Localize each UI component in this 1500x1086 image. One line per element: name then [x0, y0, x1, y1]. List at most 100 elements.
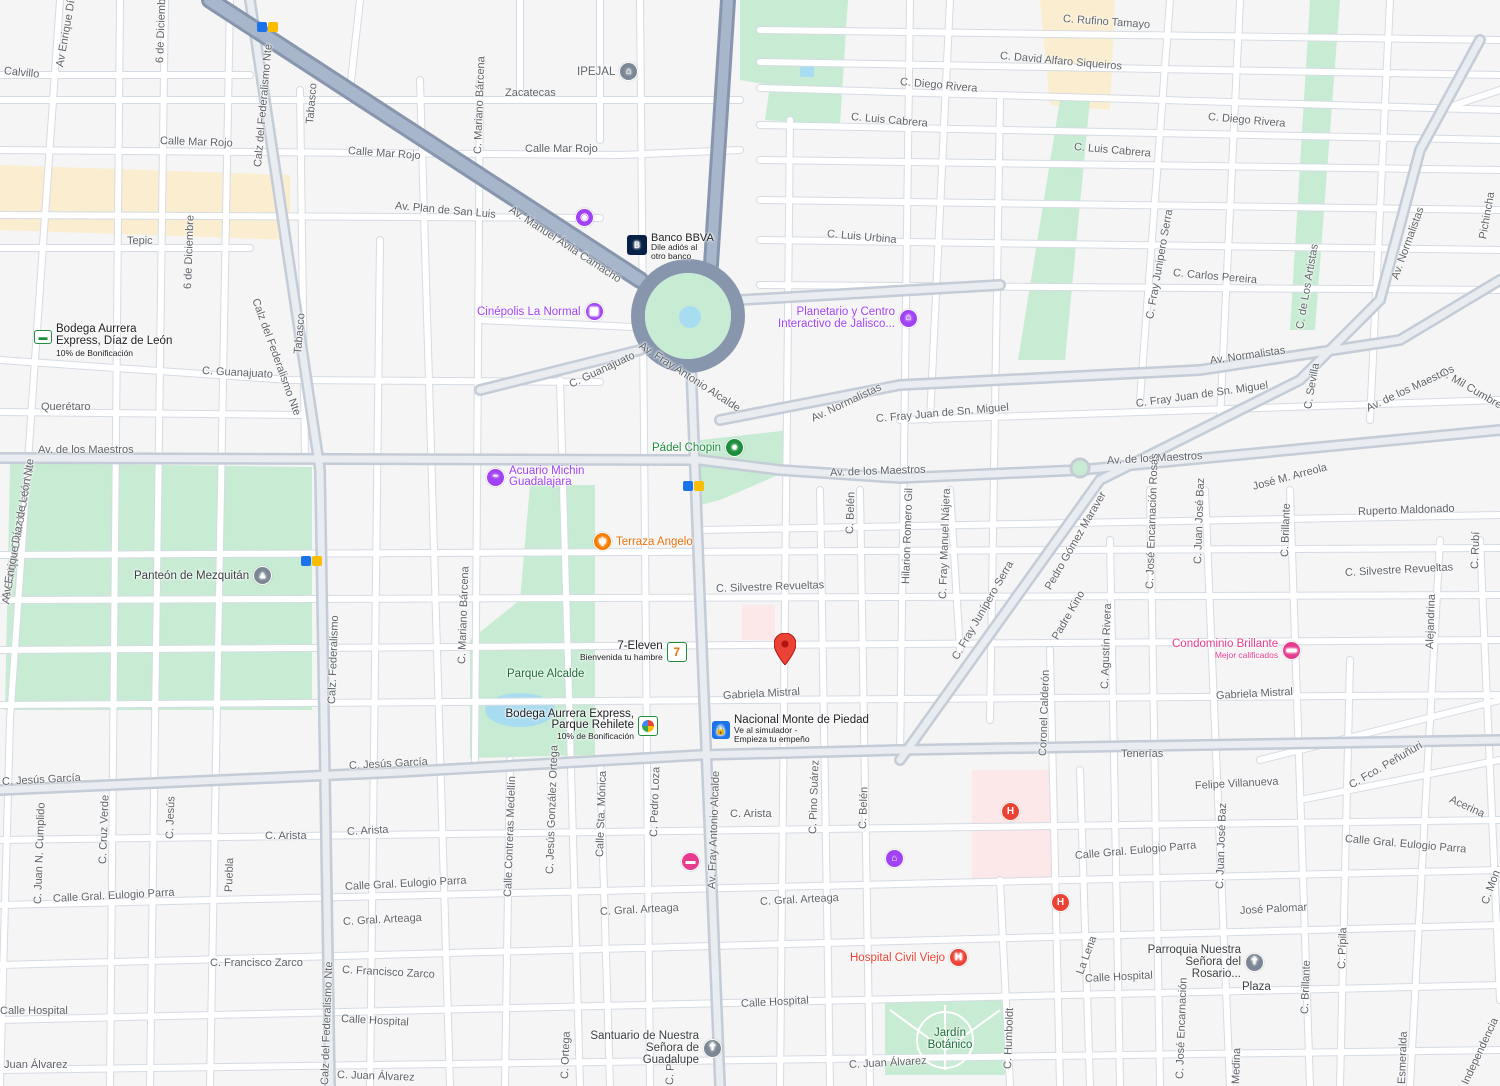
map-road-network — [0, 0, 1500, 1086]
sports-icon: ● — [725, 438, 745, 457]
poi-title: Santuario de Nuestra Señora de Guadalupe — [590, 1030, 699, 1066]
poi-seven-eleven[interactable]: 7-Eleven Bienvenida tu hambre 7 — [580, 640, 687, 663]
cinema-icon: ▣ — [584, 302, 604, 321]
street-label: Esmeralda — [1396, 1031, 1410, 1085]
street-label: Juan Álvarez — [4, 1059, 68, 1071]
street-label: Calle Hospital — [0, 1005, 68, 1017]
hotel-icon: ▬ — [1282, 640, 1302, 660]
street-label: C. Pedro Loza — [648, 766, 663, 838]
poi-title: Cinépolis La Normal — [477, 305, 581, 318]
poi-title: Jardín Botánico — [927, 1027, 973, 1051]
street-label: C. Arista — [346, 823, 389, 838]
hospital-icon[interactable]: H — [1051, 893, 1070, 912]
poi-condominio[interactable]: Condominio Brillante Mejor calificados ▬ — [1172, 638, 1302, 661]
light-rail-icon — [301, 556, 311, 566]
poi-subtitle: Bienvenida tu hambre — [580, 652, 663, 662]
poi-title: Planetario y Centro Interactivo de Jalis… — [778, 306, 895, 330]
poi-padel[interactable]: Pádel Chopin ● — [652, 438, 745, 457]
street-label: Alejandrina — [1424, 593, 1438, 650]
poi-parroquia[interactable]: Parroquia Nuestra Señora del Rosario... … — [1133, 944, 1264, 980]
church-icon: ✝ — [1245, 952, 1264, 972]
street-label: C. Humboldt — [1002, 1007, 1017, 1070]
poi-panteon[interactable]: Panteón de Mezquitán ▲ — [134, 566, 273, 585]
poi-title: Terraza Angelo — [616, 535, 693, 548]
light-rail-icon — [683, 481, 693, 491]
poi-title: Parque Alcalde — [507, 668, 585, 680]
street-label: Tepic — [127, 235, 153, 247]
poi-plaza[interactable]: Plaza — [1242, 981, 1271, 993]
poi-title: Plaza — [1242, 981, 1271, 993]
transit-icon — [312, 556, 322, 566]
poi-title: Acuario Michin Guadalajara — [509, 465, 585, 488]
poi-subtitle: Dile adiós al otro banco — [651, 242, 698, 261]
convenience-store-icon: 7 — [666, 642, 687, 662]
poi-bodega-rehilete[interactable]: Bodega Aurrera Express, Parque Rehilete … — [502, 708, 658, 742]
hospital-icon[interactable]: H — [1001, 802, 1020, 821]
restaurant-icon: ψ — [593, 532, 612, 551]
street-label: Querétaro — [41, 401, 91, 413]
street-label: C. Belén — [857, 786, 871, 830]
street-label: C. Arista — [265, 830, 307, 842]
poi-bbva[interactable]: B Banco BBVA Dile adiós al otro banco — [627, 233, 714, 261]
location-pin-icon[interactable] — [774, 633, 796, 665]
poi-subtitle: Mejor calificados — [1214, 650, 1279, 660]
poi-acuario[interactable]: ~ Acuario Michin Guadalajara — [486, 465, 594, 488]
poi-title: 7-Eleven — [617, 640, 663, 652]
aquarium-icon: ~ — [486, 467, 505, 487]
metro-station-badge[interactable] — [257, 22, 278, 32]
street-label: C. Brillante — [1279, 503, 1293, 558]
poi-subtitle: Ve al simulador - Empieza tu empeño — [734, 725, 810, 744]
poi-title: Panteón de Mezquitán — [134, 569, 250, 582]
transit-icon — [268, 22, 278, 32]
street-label: Medina — [1230, 1047, 1244, 1085]
light-rail-icon — [257, 22, 267, 32]
street-label: C. Belén — [844, 491, 858, 535]
store-icon: ▬ — [34, 330, 52, 344]
street-label: Puebla — [223, 857, 237, 893]
museum-icon: ⌂ — [899, 308, 918, 328]
poi-ipejal[interactable]: IPEJAL ⌂ — [577, 62, 639, 81]
poi-title: Condominio Brillante — [1172, 638, 1279, 650]
street-label: C. Rubí — [1469, 531, 1483, 570]
hotel-icon[interactable]: ▬ — [681, 852, 700, 871]
church-icon: ✝ — [703, 1038, 722, 1058]
metro-station-badge[interactable] — [683, 481, 704, 491]
poi-monte-piedad[interactable]: 🔒 Nacional Monte de Piedad Ve al simulad… — [712, 714, 869, 744]
poi-cinepolis[interactable]: Cinépolis La Normal ▣ — [477, 302, 604, 321]
museum-icon[interactable]: ⌂ — [885, 849, 904, 868]
map-canvas[interactable]: Calvillo Av Enrique Díaz 6 de Diciembre Cal… — [0, 0, 1500, 1086]
street-label: C. Ortega — [559, 1031, 573, 1080]
poi-parque-alcalde[interactable]: Parque Alcalde — [507, 668, 584, 680]
poi-bodega-diaz[interactable]: ▬ Bodega Aurrera Express, Díaz de León 1… — [34, 323, 181, 359]
metro-station-badge[interactable] — [301, 556, 322, 566]
poi-title: Pádel Chopin — [652, 441, 722, 454]
street-label: Zacatecas — [505, 87, 556, 99]
cemetery-icon: ▲ — [253, 566, 273, 585]
pawn-shop-icon: 🔒 — [712, 720, 730, 739]
poi-terraza[interactable]: ψ Terraza Angelo — [593, 532, 693, 551]
building-icon: ⌂ — [619, 62, 639, 81]
store-icon — [638, 715, 658, 736]
street-label: Av. de los Maestros — [38, 444, 134, 456]
street-label: Calle Mar Rojo — [525, 143, 598, 155]
poi-title: Bodega Aurrera Express, Parque Rehilete — [505, 708, 635, 731]
street-label: C. Cruz Verde — [97, 794, 112, 865]
poi-title: Hospital Civil Viejo — [850, 951, 946, 964]
street-label: C. Jesús — [164, 796, 178, 840]
poi-santuario[interactable]: Santuario de Nuestra Señora de Guadalupe… — [587, 1030, 722, 1066]
park-area — [1018, 100, 1090, 360]
hospital-icon: H — [949, 948, 969, 967]
street-label: C. Brillante — [1299, 960, 1313, 1015]
poi-hospital[interactable]: Hospital Civil Viejo H — [850, 948, 969, 967]
museum-icon[interactable]: ◉ — [575, 208, 594, 227]
poi-title: Bodega Aurrera Express, Díaz de León — [56, 323, 173, 347]
street-label: C. Pípila — [1336, 927, 1350, 970]
street-label: C. Francisco Zarco — [210, 957, 303, 969]
poi-jardin[interactable]: Jardín Botánico — [925, 1027, 975, 1051]
bank-icon: B — [627, 235, 647, 255]
poi-title: IPEJAL — [577, 65, 616, 78]
poi-planetario[interactable]: Planetario y Centro Interactivo de Jalis… — [770, 306, 918, 330]
street-label: C. Arista — [730, 808, 772, 820]
street-label: Tenerías — [1121, 748, 1164, 760]
transit-icon — [694, 481, 704, 491]
